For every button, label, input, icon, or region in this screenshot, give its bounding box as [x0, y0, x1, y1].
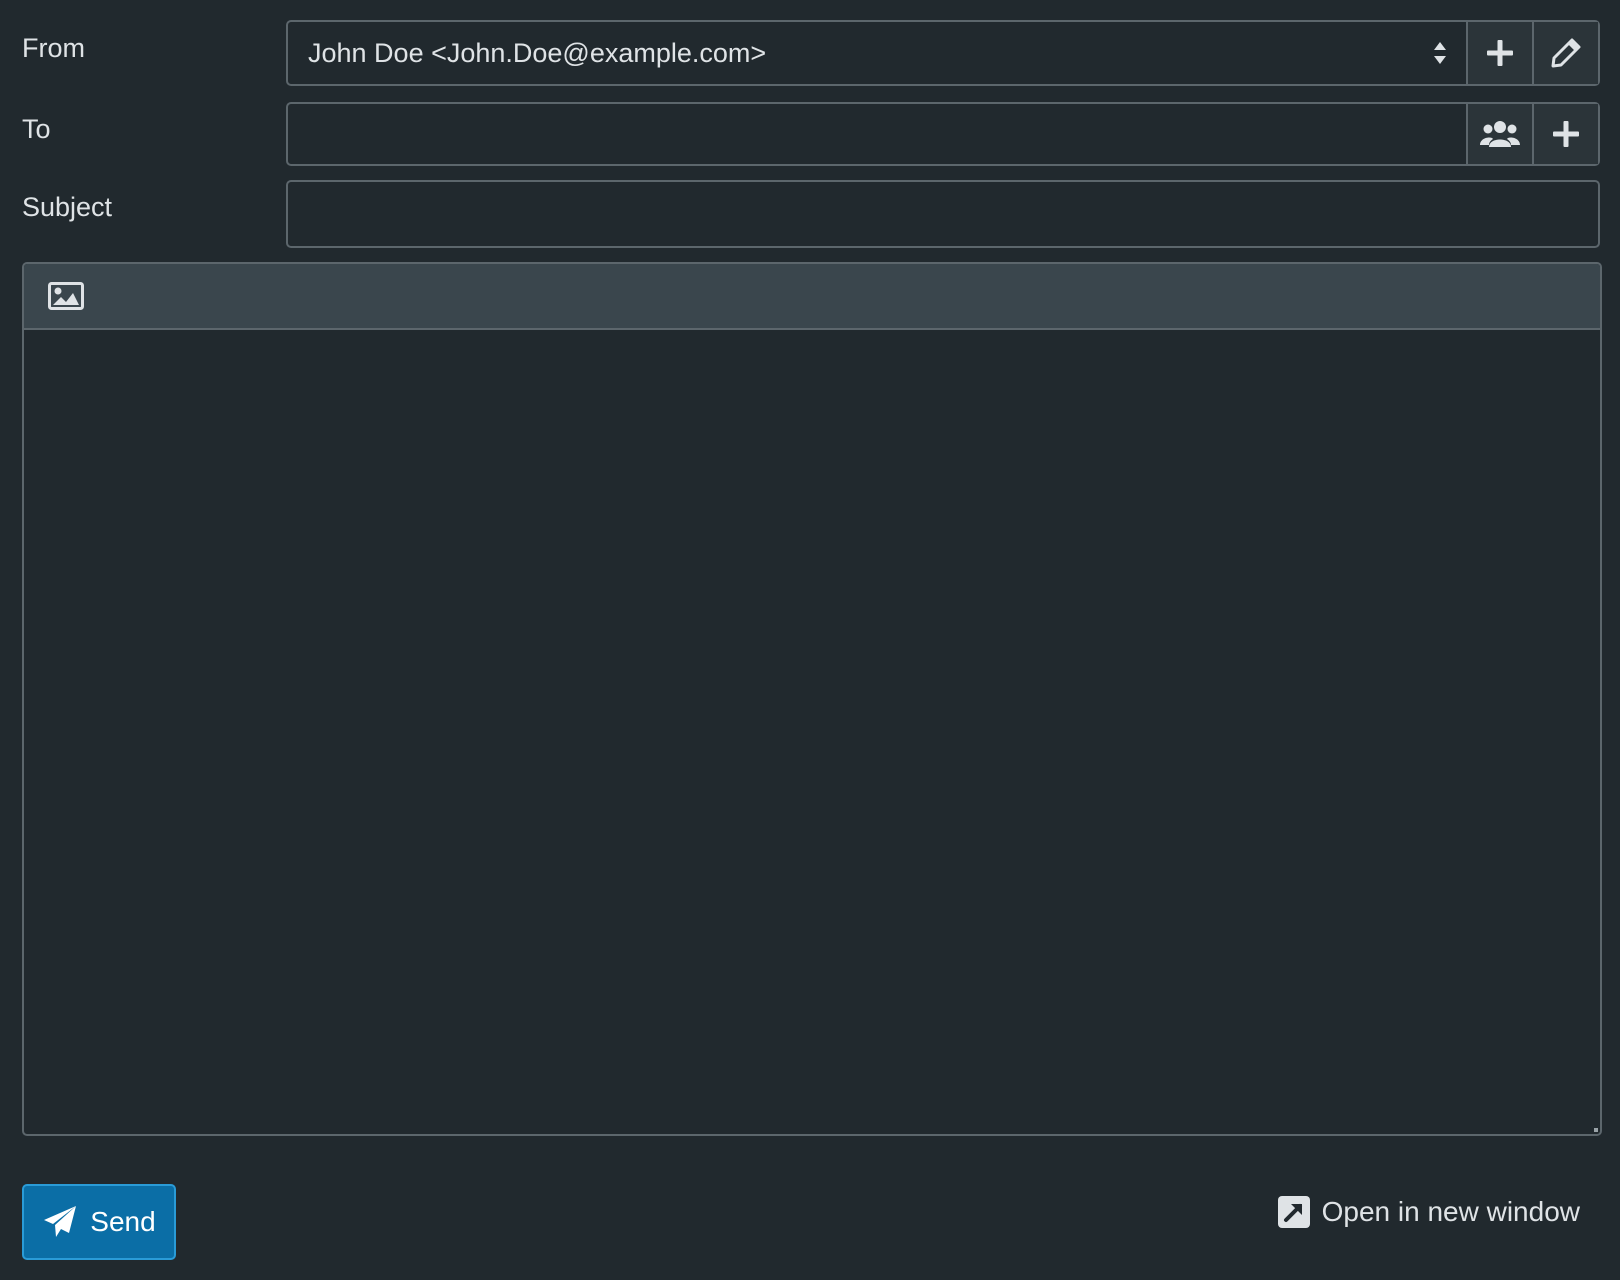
- add-identity-button[interactable]: [1466, 22, 1532, 84]
- insert-image-button[interactable]: [48, 282, 84, 310]
- message-body[interactable]: [24, 330, 1600, 1134]
- to-field-group: [286, 102, 1600, 166]
- address-book-button[interactable]: [1466, 104, 1532, 164]
- send-label: Send: [90, 1206, 156, 1237]
- open-new-window-link[interactable]: Open in new window: [1277, 1196, 1580, 1228]
- paper-plane-icon: [44, 1206, 77, 1237]
- image-icon: [48, 282, 84, 310]
- from-select-value: John Doe <John.Doe@example.com>: [308, 37, 767, 68]
- plus-icon: [1553, 121, 1579, 147]
- from-label: From: [22, 33, 85, 63]
- compose-form: From John Doe <John.Doe@example.com> To: [0, 0, 1620, 1280]
- edit-identity-button[interactable]: [1532, 22, 1598, 84]
- users-icon: [1480, 121, 1520, 147]
- editor-toolbar: [24, 264, 1600, 330]
- open-new-window-label: Open in new window: [1321, 1196, 1580, 1227]
- to-label: To: [22, 114, 51, 144]
- subject-label: Subject: [22, 192, 113, 222]
- add-recipient-button[interactable]: [1532, 104, 1598, 164]
- subject-field-group: [286, 180, 1600, 248]
- sort-icon: [1434, 42, 1446, 64]
- to-input[interactable]: [288, 104, 1466, 164]
- external-link-icon: [1277, 1196, 1310, 1228]
- plus-icon: [1487, 40, 1513, 66]
- pencil-icon: [1551, 38, 1581, 68]
- resize-handle[interactable]: [1594, 1128, 1598, 1132]
- send-button[interactable]: Send: [22, 1184, 176, 1260]
- subject-input[interactable]: [288, 182, 1598, 246]
- from-field-group: John Doe <John.Doe@example.com>: [286, 20, 1600, 86]
- message-editor: [22, 262, 1602, 1136]
- from-select[interactable]: John Doe <John.Doe@example.com>: [288, 22, 1466, 84]
